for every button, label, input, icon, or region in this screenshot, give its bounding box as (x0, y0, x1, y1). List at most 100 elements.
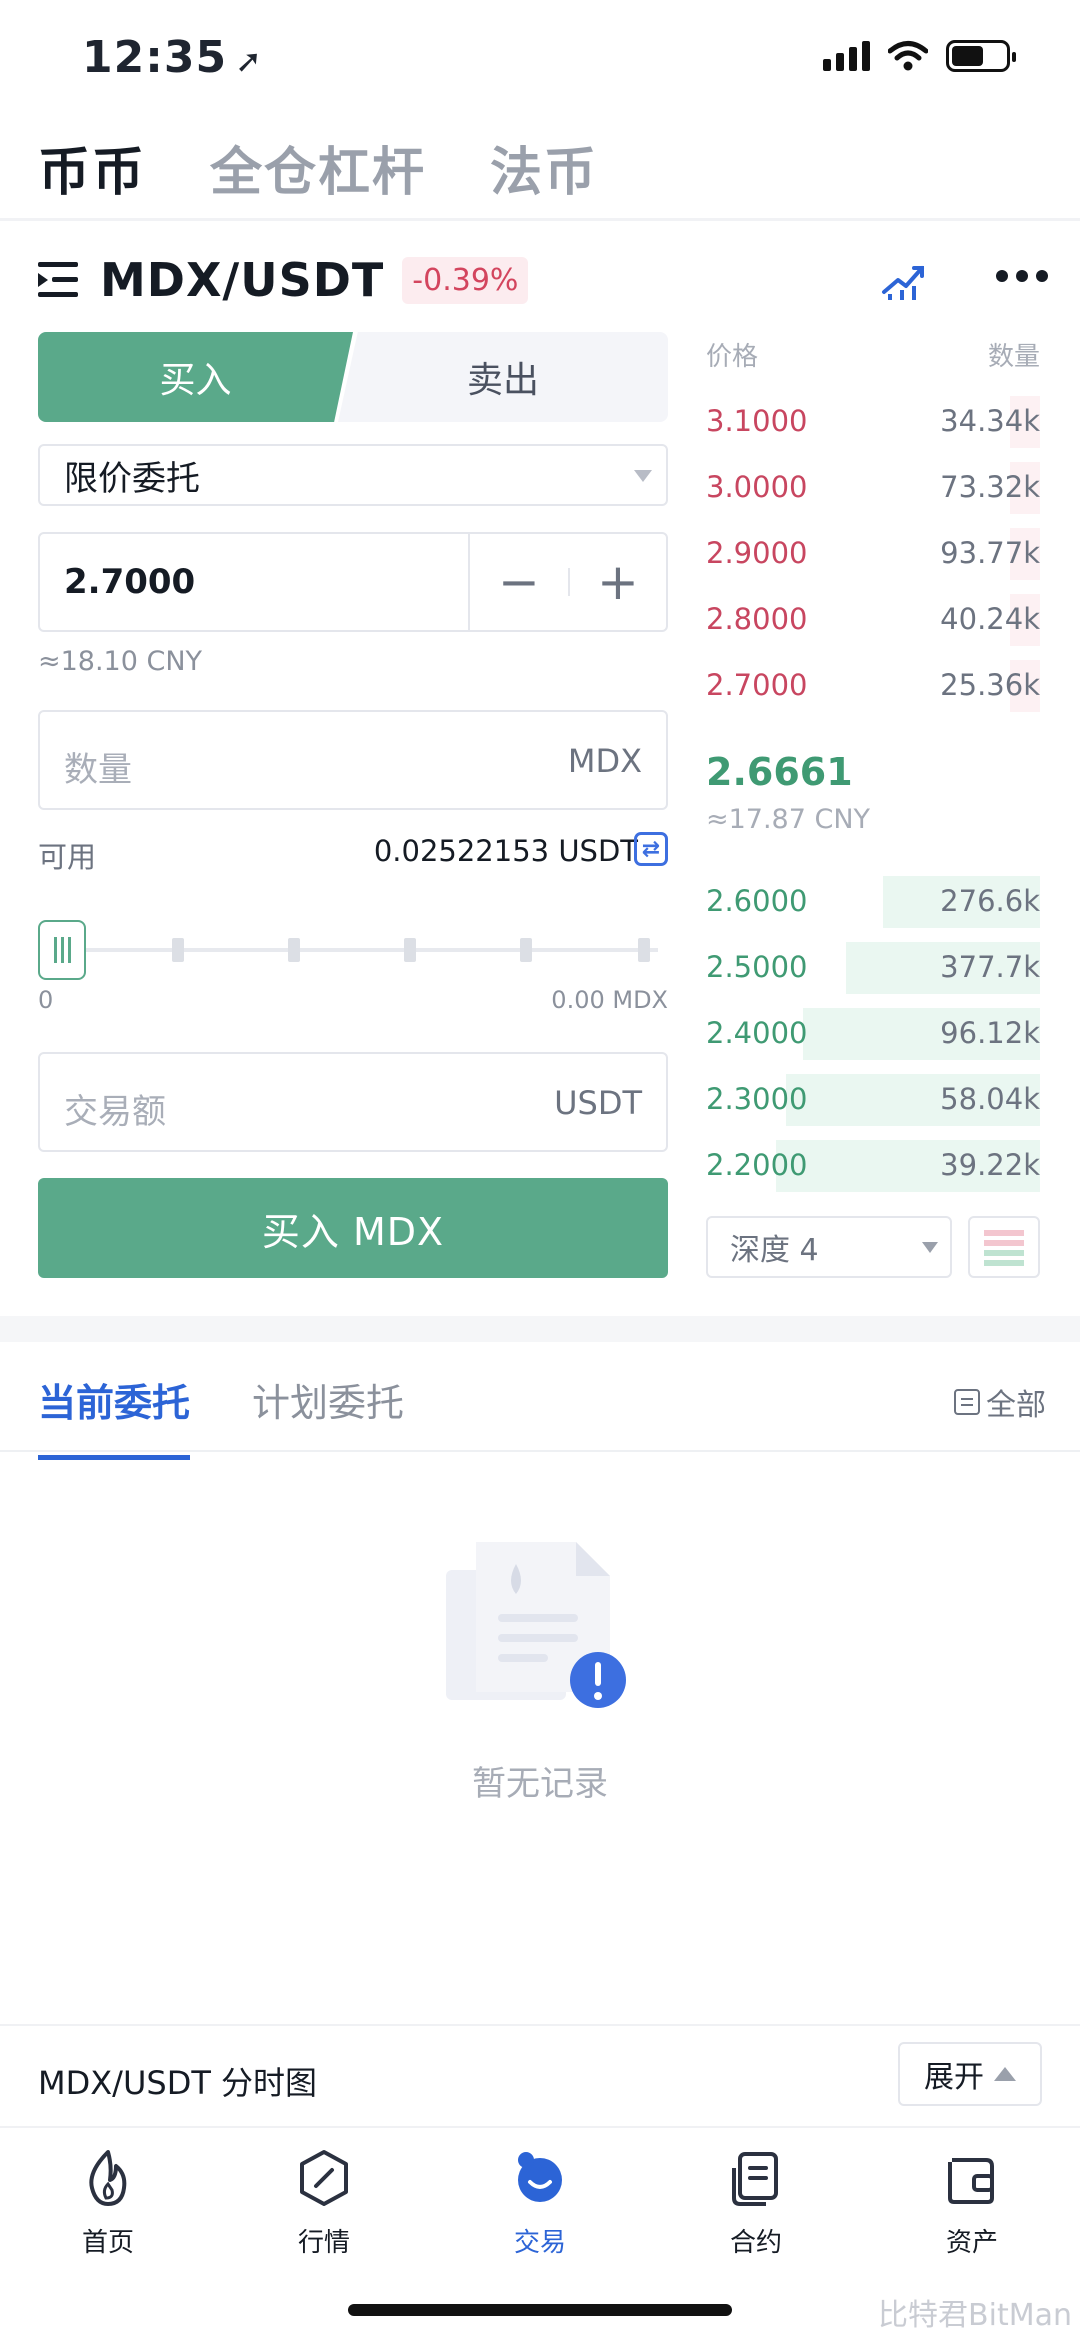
bid-price: 2.2000 (706, 1148, 808, 1182)
nav-label: 资产 (945, 2228, 998, 2258)
clock-text: 12:35 (82, 32, 228, 83)
nav-home[interactable]: 首页 (48, 2148, 168, 2259)
caret-up-icon (994, 2067, 1016, 2081)
depth-select[interactable]: 深度 4 (706, 1216, 952, 1278)
bid-price: 2.5000 (706, 950, 808, 984)
market-icon (300, 2150, 348, 2206)
transfer-icon[interactable]: ⇄ (634, 832, 668, 866)
price-value[interactable]: 2.7000 (64, 562, 195, 602)
price-change-badge: -0.39% (402, 256, 529, 304)
slider-tick[interactable] (288, 938, 300, 962)
slider-tick[interactable] (172, 938, 184, 962)
quantity-placeholder: 数量 (64, 750, 132, 790)
orderbook-layout-icon[interactable] (968, 1216, 1040, 1278)
status-bar: 12:35 ➚ (0, 0, 1080, 120)
ask-row[interactable]: 2.8000 40.24k (706, 594, 1040, 646)
bid-row[interactable]: 2.2000 39.22k (706, 1140, 1040, 1192)
battery-icon (946, 40, 1016, 72)
slider-max-label: 0.00 MDX (551, 986, 668, 1014)
buy-sell-tabs: 卖出 买入 (38, 332, 668, 422)
bid-row[interactable]: 2.6000 276.6k (706, 876, 1040, 928)
available-label: 可用 (38, 840, 97, 874)
sell-tab[interactable]: 卖出 (338, 332, 668, 422)
tab-cross-margin[interactable]: 全仓杠杆 (210, 130, 426, 205)
tab-spot[interactable]: 币币 (38, 130, 146, 205)
tab-plan-orders[interactable]: 计划委托 (252, 1372, 404, 1460)
amount-unit: USDT (554, 1084, 642, 1122)
price-increment-button[interactable]: + (570, 534, 666, 630)
bid-row[interactable]: 2.5000 377.7k (706, 942, 1040, 994)
depth-select-label: 深度 4 (730, 1233, 819, 1268)
ask-price: 2.7000 (706, 668, 808, 702)
nav-trade[interactable]: 交易 (480, 2148, 600, 2259)
trade-amount-input[interactable]: 交易额 USDT (38, 1052, 668, 1152)
bid-row[interactable]: 2.4000 96.12k (706, 1008, 1040, 1060)
slider-handle[interactable] (38, 920, 86, 980)
all-orders-label: 全部 (986, 1388, 1046, 1423)
location-arrow-icon: ➚ (235, 42, 263, 80)
bid-row[interactable]: 2.3000 58.04k (706, 1074, 1040, 1126)
nav-market[interactable]: 行情 (264, 2148, 384, 2259)
tab-open-orders[interactable]: 当前委托 (38, 1372, 191, 1460)
bid-price: 2.6000 (706, 884, 808, 918)
home-indicator[interactable] (348, 2304, 732, 2316)
divider (0, 1450, 1080, 1452)
bid-price: 2.3000 (706, 1082, 808, 1116)
bid-qty: 39.22k (940, 1148, 1040, 1182)
amount-slider[interactable] (38, 920, 668, 980)
slider-tick[interactable] (520, 938, 532, 962)
last-price[interactable]: 2.6661 (706, 750, 853, 794)
all-orders-link[interactable]: 全部 (954, 1380, 1046, 1424)
ask-price: 3.0000 (706, 470, 808, 504)
price-input[interactable]: 2.7000 − + (38, 532, 668, 632)
pair-menu-icon[interactable] (38, 262, 78, 298)
ask-price: 2.8000 (706, 602, 808, 636)
divider (0, 218, 1080, 221)
flame-icon (89, 2150, 127, 2206)
ask-price: 2.9000 (706, 536, 808, 570)
slider-tick[interactable] (638, 938, 650, 962)
price-cny-estimate: ≈18.10 CNY (38, 646, 203, 677)
nav-contract[interactable]: 合约 (696, 2148, 816, 2259)
buy-tab[interactable]: 买入 (38, 332, 353, 422)
amount-placeholder: 交易额 (64, 1092, 166, 1132)
time-chart-bar: MDX/USDT 分时图 展开 (0, 2024, 1080, 2128)
slider-tick[interactable] (404, 938, 416, 962)
nav-label: 合约 (729, 2228, 782, 2258)
empty-state-text: 暂无记录 (472, 1764, 608, 1804)
bid-qty: 58.04k (940, 1082, 1040, 1116)
wallet-icon (948, 2158, 994, 2204)
ask-row[interactable]: 3.0000 73.32k (706, 462, 1040, 514)
dropdown-caret-icon (634, 470, 652, 482)
market-type-tabs: 币币 全仓杠杆 法币 (38, 130, 598, 205)
ask-row[interactable]: 2.7000 25.36k (706, 660, 1040, 712)
ask-price: 3.1000 (706, 404, 808, 438)
pair-name[interactable]: MDX/USDT (100, 253, 384, 307)
order-type-label: 限价委托 (64, 458, 200, 499)
status-time: 12:35 ➚ (82, 32, 263, 83)
bid-qty: 377.7k (940, 950, 1040, 984)
dropdown-caret-icon (922, 1242, 938, 1253)
bid-price: 2.4000 (706, 1016, 808, 1050)
ask-row[interactable]: 2.9000 93.77k (706, 528, 1040, 580)
kline-chart-icon[interactable] (880, 258, 928, 300)
order-type-select[interactable]: 限价委托 (38, 444, 668, 506)
expand-button[interactable]: 展开 (898, 2042, 1042, 2106)
more-options-icon[interactable] (996, 270, 1048, 282)
orderbook-qty-header: 数量 (987, 342, 1040, 372)
quantity-input[interactable]: 数量 MDX (38, 710, 668, 810)
price-decrement-button[interactable]: − (468, 534, 568, 630)
wifi-icon (888, 41, 928, 71)
nav-assets[interactable]: 资产 (912, 2148, 1032, 2259)
slider-min-label: 0 (38, 986, 54, 1014)
nav-label: 交易 (513, 2228, 566, 2258)
orderbook-price-header: 价格 (706, 342, 759, 372)
ask-qty: 73.32k (940, 470, 1040, 504)
nav-label: 首页 (81, 2228, 134, 2258)
ask-row[interactable]: 3.1000 34.34k (706, 396, 1040, 448)
empty-records-icon (446, 1542, 626, 1708)
tab-fiat[interactable]: 法币 (490, 130, 598, 205)
list-icon (954, 1389, 980, 1415)
buy-mdx-button[interactable]: 买入 MDX (38, 1178, 668, 1278)
section-separator (0, 1316, 1080, 1342)
